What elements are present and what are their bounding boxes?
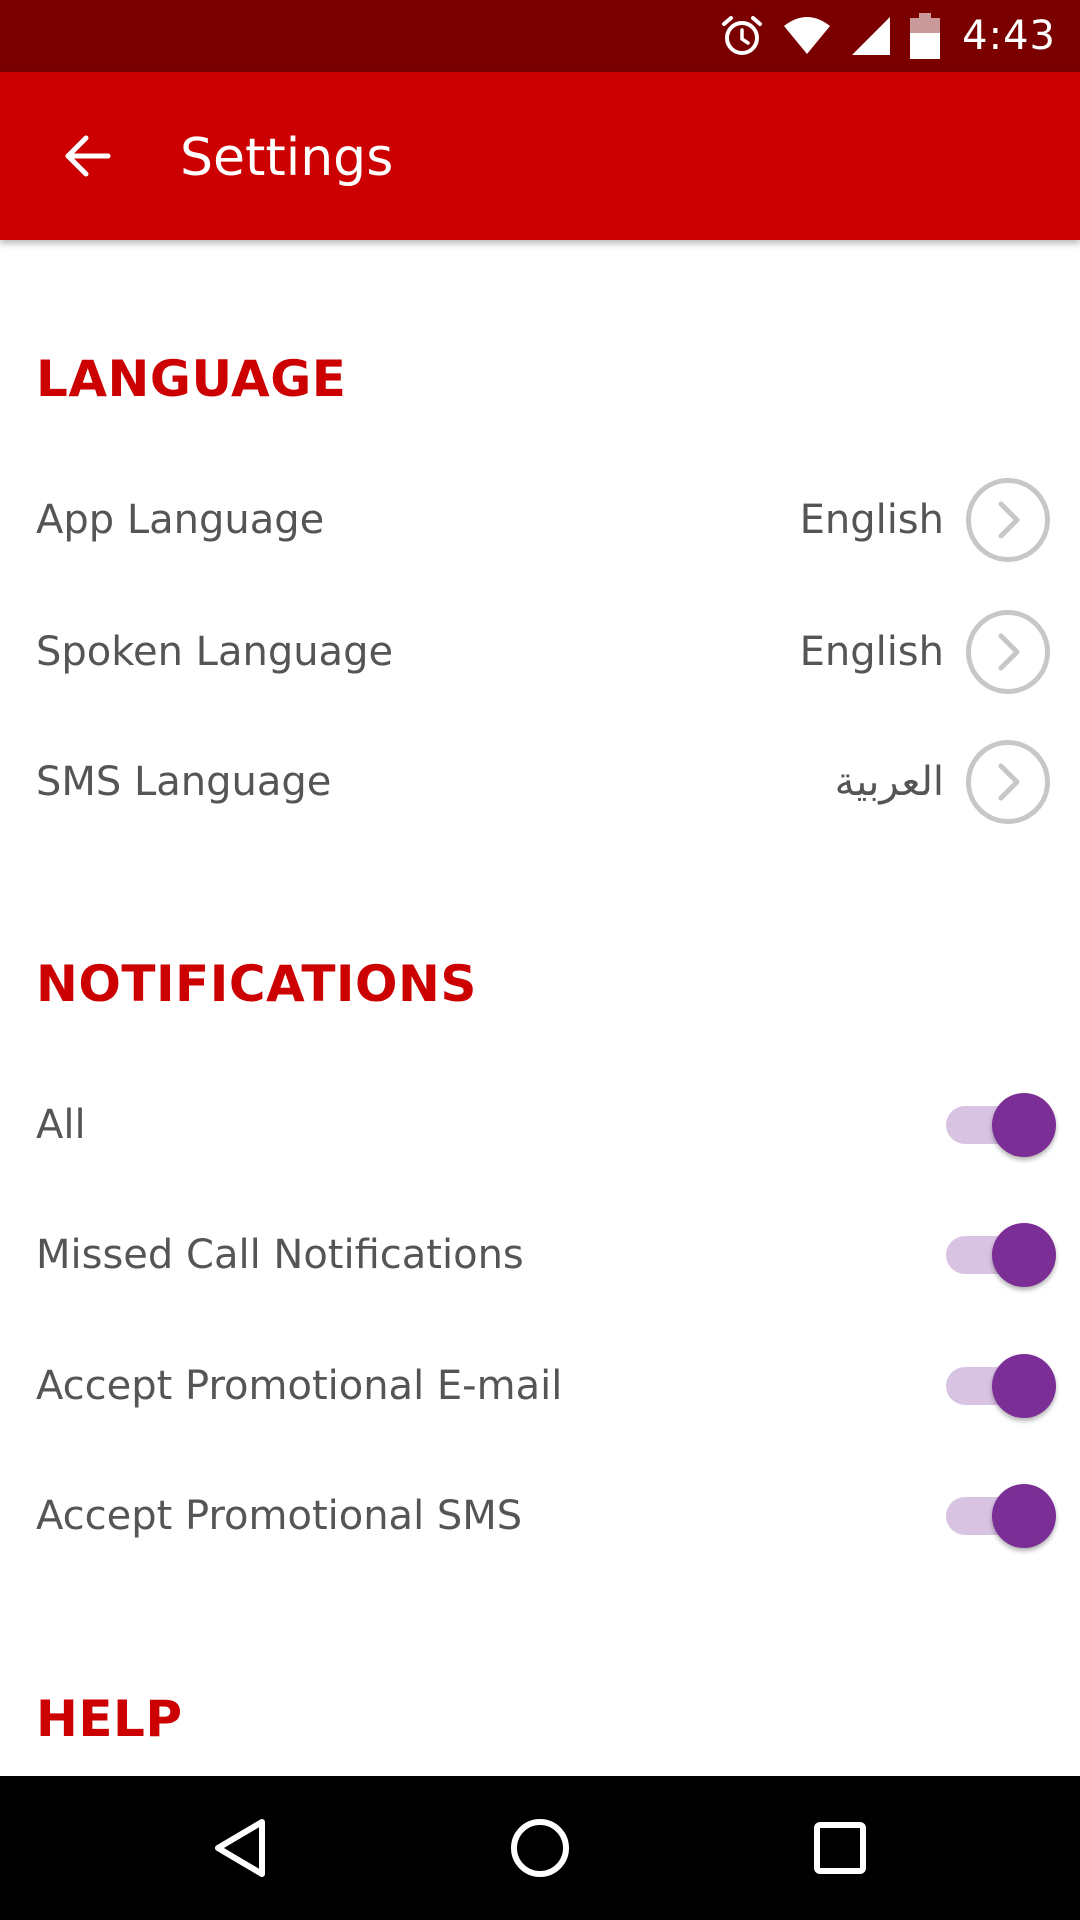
setting-row-spoken-language[interactable]: Spoken Language English: [0, 597, 1080, 707]
setting-label: Spoken Language: [36, 629, 394, 675]
settings-list: LANGUAGE App Language English Spoken Lan…: [0, 240, 1080, 1776]
section-title-notifications: NOTIFICATIONS: [36, 955, 477, 1013]
alarm-icon: [720, 14, 764, 58]
setting-label: Accept Promotional SMS: [36, 1493, 523, 1539]
page-title: Settings: [180, 128, 394, 188]
setting-label: SMS Language: [36, 759, 332, 805]
status-time: 4:43: [962, 13, 1056, 59]
toggle-thumb: [992, 1223, 1056, 1287]
chevron-right-icon[interactable]: [966, 610, 1050, 694]
setting-label: All: [36, 1102, 86, 1148]
nav-back-button[interactable]: [204, 1812, 276, 1884]
system-nav-bar: [0, 1776, 1080, 1920]
wifi-icon: [782, 16, 832, 56]
setting-value: English: [799, 497, 944, 543]
chevron-right-icon[interactable]: [966, 740, 1050, 824]
home-circle-icon: [511, 1819, 569, 1877]
setting-label: App Language: [36, 497, 325, 543]
toggle-thumb: [992, 1093, 1056, 1157]
nav-home-button[interactable]: [504, 1812, 576, 1884]
toggle-switch[interactable]: [944, 1354, 1056, 1418]
setting-row-app-language[interactable]: App Language English: [0, 465, 1080, 575]
back-triangle-icon: [215, 1819, 265, 1877]
toggle-switch[interactable]: [944, 1093, 1056, 1157]
section-title-help: HELP: [36, 1690, 183, 1748]
nav-recents-button[interactable]: [804, 1812, 876, 1884]
setting-row-all-notifications[interactable]: All: [0, 1070, 1080, 1180]
toggle-thumb: [992, 1354, 1056, 1418]
battery-icon: [910, 13, 941, 59]
recents-square-icon: [814, 1822, 866, 1874]
setting-row-promotional-sms[interactable]: Accept Promotional SMS: [0, 1461, 1080, 1571]
chevron-right-icon[interactable]: [966, 478, 1050, 562]
setting-label: Accept Promotional E-mail: [36, 1363, 563, 1409]
toggle-switch[interactable]: [944, 1484, 1056, 1548]
cellular-signal-icon: [850, 15, 892, 57]
arrow-back-icon: [65, 135, 111, 177]
toggle-switch[interactable]: [944, 1223, 1056, 1287]
toggle-thumb: [992, 1484, 1056, 1548]
section-title-language: LANGUAGE: [36, 350, 347, 408]
setting-value: العربية: [834, 759, 944, 805]
setting-label: Missed Call Notifications: [36, 1232, 524, 1278]
back-button[interactable]: [54, 124, 118, 188]
setting-row-promotional-email[interactable]: Accept Promotional E-mail: [0, 1331, 1080, 1441]
setting-value: English: [799, 629, 944, 675]
setting-row-sms-language[interactable]: SMS Language العربية: [0, 727, 1080, 837]
setting-row-missed-call-notifications[interactable]: Missed Call Notifications: [0, 1200, 1080, 1310]
status-bar: 4:43: [0, 0, 1080, 72]
app-bar: Settings: [0, 72, 1080, 240]
